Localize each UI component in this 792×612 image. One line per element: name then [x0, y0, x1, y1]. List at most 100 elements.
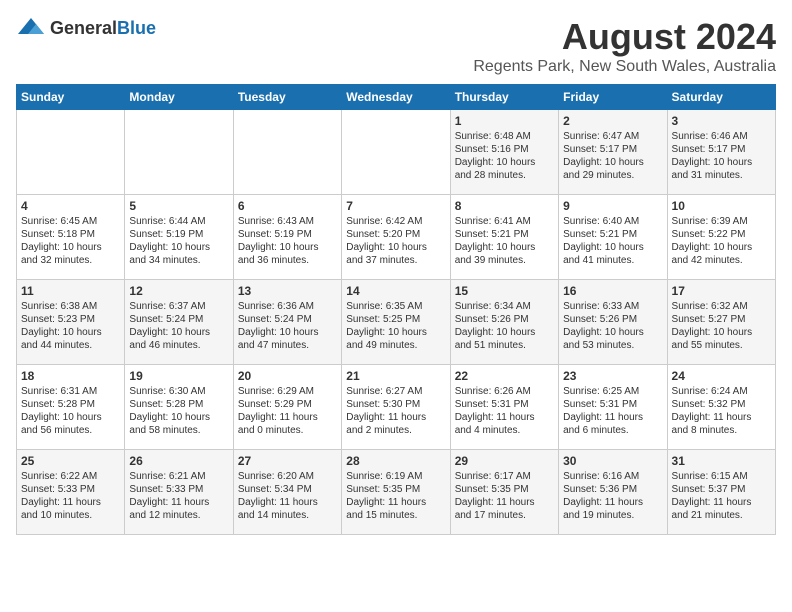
day-cell: 9Sunrise: 6:40 AMSunset: 5:21 PMDaylight…: [559, 195, 667, 280]
day-info: Sunset: 5:35 PM: [455, 483, 554, 496]
daylight-minutes: and 51 minutes.: [455, 339, 554, 352]
day-info: Sunset: 5:29 PM: [238, 398, 337, 411]
daylight-minutes: and 56 minutes.: [21, 424, 120, 437]
day-number: 14: [346, 284, 445, 298]
day-number: 8: [455, 199, 554, 213]
logo-icon: [16, 16, 46, 40]
day-info: Sunrise: 6:42 AM: [346, 215, 445, 228]
day-cell: 11Sunrise: 6:38 AMSunset: 5:23 PMDayligh…: [17, 280, 125, 365]
day-cell: 21Sunrise: 6:27 AMSunset: 5:30 PMDayligh…: [342, 365, 450, 450]
day-number: 13: [238, 284, 337, 298]
daylight-label: Daylight: 10 hours: [129, 411, 228, 424]
calendar-title: August 2024: [473, 16, 776, 58]
day-number: 20: [238, 369, 337, 383]
day-cell: 28Sunrise: 6:19 AMSunset: 5:35 PMDayligh…: [342, 450, 450, 535]
week-row-5: 25Sunrise: 6:22 AMSunset: 5:33 PMDayligh…: [17, 450, 776, 535]
day-info: Sunrise: 6:16 AM: [563, 470, 662, 483]
day-info: Sunset: 5:35 PM: [346, 483, 445, 496]
day-info: Sunset: 5:27 PM: [672, 313, 771, 326]
daylight-label: Daylight: 10 hours: [21, 241, 120, 254]
day-info: Sunrise: 6:46 AM: [672, 130, 771, 143]
week-row-4: 18Sunrise: 6:31 AMSunset: 5:28 PMDayligh…: [17, 365, 776, 450]
day-cell: 7Sunrise: 6:42 AMSunset: 5:20 PMDaylight…: [342, 195, 450, 280]
day-info: Sunset: 5:31 PM: [455, 398, 554, 411]
daylight-minutes: and 32 minutes.: [21, 254, 120, 267]
day-cell: 1Sunrise: 6:48 AMSunset: 5:16 PMDaylight…: [450, 110, 558, 195]
daylight-label: Daylight: 11 hours: [346, 496, 445, 509]
daylight-minutes: and 34 minutes.: [129, 254, 228, 267]
day-info: Sunset: 5:19 PM: [238, 228, 337, 241]
day-info: Sunrise: 6:22 AM: [21, 470, 120, 483]
daylight-label: Daylight: 10 hours: [455, 326, 554, 339]
day-number: 15: [455, 284, 554, 298]
day-info: Sunset: 5:28 PM: [129, 398, 228, 411]
daylight-label: Daylight: 10 hours: [672, 241, 771, 254]
day-number: 9: [563, 199, 662, 213]
day-cell: 29Sunrise: 6:17 AMSunset: 5:35 PMDayligh…: [450, 450, 558, 535]
day-info: Sunset: 5:22 PM: [672, 228, 771, 241]
day-number: 4: [21, 199, 120, 213]
day-cell: 5Sunrise: 6:44 AMSunset: 5:19 PMDaylight…: [125, 195, 233, 280]
day-number: 3: [672, 114, 771, 128]
day-cell: 10Sunrise: 6:39 AMSunset: 5:22 PMDayligh…: [667, 195, 775, 280]
day-info: Sunset: 5:17 PM: [672, 143, 771, 156]
day-info: Sunrise: 6:29 AM: [238, 385, 337, 398]
day-info: Sunset: 5:28 PM: [21, 398, 120, 411]
day-number: 10: [672, 199, 771, 213]
daylight-label: Daylight: 10 hours: [346, 241, 445, 254]
day-info: Sunset: 5:26 PM: [455, 313, 554, 326]
header-saturday: Saturday: [667, 85, 775, 110]
day-info: Sunrise: 6:25 AM: [563, 385, 662, 398]
day-cell: 30Sunrise: 6:16 AMSunset: 5:36 PMDayligh…: [559, 450, 667, 535]
day-cell: 4Sunrise: 6:45 AMSunset: 5:18 PMDaylight…: [17, 195, 125, 280]
day-cell: 15Sunrise: 6:34 AMSunset: 5:26 PMDayligh…: [450, 280, 558, 365]
day-cell: 25Sunrise: 6:22 AMSunset: 5:33 PMDayligh…: [17, 450, 125, 535]
header-monday: Monday: [125, 85, 233, 110]
daylight-minutes: and 41 minutes.: [563, 254, 662, 267]
day-info: Sunrise: 6:20 AM: [238, 470, 337, 483]
daylight-label: Daylight: 10 hours: [563, 326, 662, 339]
daylight-minutes: and 31 minutes.: [672, 169, 771, 182]
daylight-label: Daylight: 10 hours: [455, 241, 554, 254]
week-row-3: 11Sunrise: 6:38 AMSunset: 5:23 PMDayligh…: [17, 280, 776, 365]
daylight-label: Daylight: 11 hours: [238, 496, 337, 509]
daylight-minutes: and 36 minutes.: [238, 254, 337, 267]
title-section: August 2024 Regents Park, New South Wale…: [473, 16, 776, 76]
day-info: Sunrise: 6:26 AM: [455, 385, 554, 398]
day-info: Sunset: 5:21 PM: [563, 228, 662, 241]
daylight-label: Daylight: 10 hours: [672, 326, 771, 339]
day-info: Sunrise: 6:47 AM: [563, 130, 662, 143]
day-number: 22: [455, 369, 554, 383]
day-number: 17: [672, 284, 771, 298]
day-info: Sunrise: 6:36 AM: [238, 300, 337, 313]
daylight-minutes: and 47 minutes.: [238, 339, 337, 352]
day-cell: 23Sunrise: 6:25 AMSunset: 5:31 PMDayligh…: [559, 365, 667, 450]
daylight-label: Daylight: 11 hours: [455, 496, 554, 509]
header-friday: Friday: [559, 85, 667, 110]
daylight-label: Daylight: 11 hours: [563, 496, 662, 509]
calendar-header-row: Sunday Monday Tuesday Wednesday Thursday…: [17, 85, 776, 110]
header-tuesday: Tuesday: [233, 85, 341, 110]
day-number: 29: [455, 454, 554, 468]
daylight-minutes: and 12 minutes.: [129, 509, 228, 522]
daylight-minutes: and 14 minutes.: [238, 509, 337, 522]
day-info: Sunset: 5:24 PM: [238, 313, 337, 326]
day-info: Sunrise: 6:41 AM: [455, 215, 554, 228]
day-info: Sunrise: 6:45 AM: [21, 215, 120, 228]
day-info: Sunrise: 6:33 AM: [563, 300, 662, 313]
day-info: Sunrise: 6:43 AM: [238, 215, 337, 228]
day-info: Sunrise: 6:24 AM: [672, 385, 771, 398]
day-cell: [17, 110, 125, 195]
day-info: Sunset: 5:16 PM: [455, 143, 554, 156]
day-number: 30: [563, 454, 662, 468]
calendar-table: Sunday Monday Tuesday Wednesday Thursday…: [16, 84, 776, 535]
daylight-minutes: and 0 minutes.: [238, 424, 337, 437]
logo-text: GeneralBlue: [50, 18, 156, 39]
daylight-minutes: and 6 minutes.: [563, 424, 662, 437]
daylight-minutes: and 49 minutes.: [346, 339, 445, 352]
day-info: Sunset: 5:33 PM: [21, 483, 120, 496]
day-info: Sunset: 5:21 PM: [455, 228, 554, 241]
day-number: 12: [129, 284, 228, 298]
day-number: 19: [129, 369, 228, 383]
daylight-label: Daylight: 11 hours: [129, 496, 228, 509]
